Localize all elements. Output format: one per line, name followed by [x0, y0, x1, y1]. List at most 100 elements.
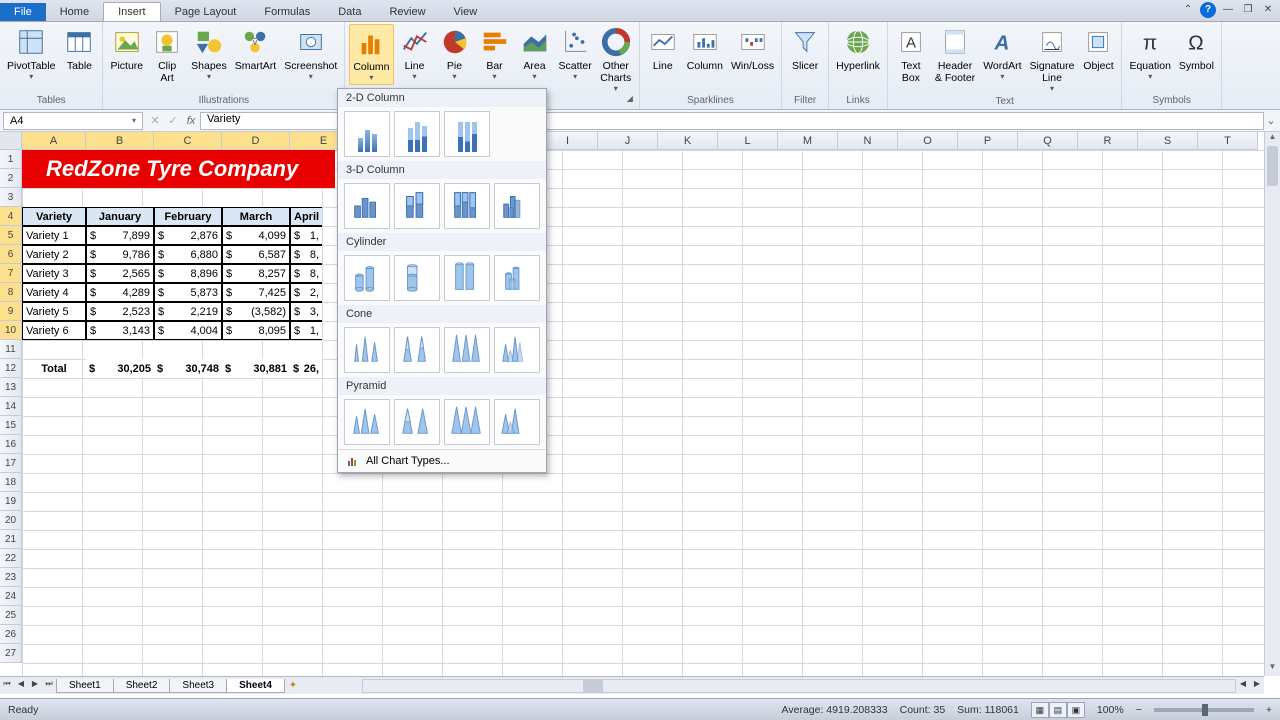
scroll-down-icon[interactable]: ▼	[1265, 662, 1280, 676]
textbox-button[interactable]: AText Box	[892, 24, 930, 86]
col-header-K[interactable]: K	[658, 132, 718, 150]
other-charts-button[interactable]: Other Charts▾	[597, 24, 635, 95]
new-sheet-button[interactable]: ✦	[284, 680, 302, 691]
select-all-corner[interactable]	[0, 132, 22, 150]
chart-pyramid-3d[interactable]	[494, 399, 540, 445]
row-header-2[interactable]: 2	[0, 169, 22, 188]
horizontal-scrollbar[interactable]	[362, 679, 1236, 693]
area-chart-button[interactable]: Area▾	[516, 24, 554, 83]
shapes-button[interactable]: Shapes▾	[188, 24, 230, 83]
chart-pyramid-stacked[interactable]	[394, 399, 440, 445]
row-header-12[interactable]: 12	[0, 359, 22, 378]
tab-view[interactable]: View	[440, 3, 492, 21]
tab-nav-prev[interactable]: ◀	[14, 679, 28, 693]
chart-2d-clustered[interactable]	[344, 111, 390, 157]
row-header-10[interactable]: 10	[0, 321, 22, 340]
sparkline-line-button[interactable]: Line	[644, 24, 682, 74]
chart-cylinder-clustered[interactable]	[344, 255, 390, 301]
chart-2d-stacked[interactable]	[394, 111, 440, 157]
col-header-Q[interactable]: Q	[1018, 132, 1078, 150]
tab-nav-next[interactable]: ▶	[28, 679, 42, 693]
sparkline-column-button[interactable]: Column	[684, 24, 726, 74]
scatter-chart-button[interactable]: Scatter▾	[556, 24, 595, 83]
zoom-level[interactable]: 100%	[1097, 704, 1124, 716]
enter-icon[interactable]: ✓	[164, 114, 182, 127]
close-icon[interactable]: ✕	[1260, 2, 1276, 18]
vertical-scrollbar[interactable]: ▲ ▼	[1264, 132, 1280, 676]
row-header-17[interactable]: 17	[0, 454, 22, 473]
chart-cone-stacked[interactable]	[394, 327, 440, 373]
chart-cone-3d[interactable]	[494, 327, 540, 373]
wordart-button[interactable]: AWordArt▾	[980, 24, 1024, 83]
object-button[interactable]: Object	[1079, 24, 1117, 74]
zoom-out[interactable]: −	[1136, 704, 1142, 716]
row-header-7[interactable]: 7	[0, 264, 22, 283]
column-headers[interactable]: ABCDEFGHIJKLMNOPQRST	[22, 132, 1264, 150]
minimize-ribbon-icon[interactable]: ⌃	[1180, 2, 1196, 18]
table-button[interactable]: Table	[60, 24, 98, 74]
col-header-B[interactable]: B	[86, 132, 154, 150]
tab-data[interactable]: Data	[324, 3, 375, 21]
chart-3d-stacked[interactable]	[394, 183, 440, 229]
column-chart-button[interactable]: Column▾	[349, 24, 393, 85]
col-header-O[interactable]: O	[898, 132, 958, 150]
row-header-14[interactable]: 14	[0, 397, 22, 416]
tab-nav-last[interactable]: ⏭	[42, 679, 56, 693]
chart-cylinder-stacked[interactable]	[394, 255, 440, 301]
col-header-C[interactable]: C	[154, 132, 222, 150]
chart-cone-100stacked[interactable]	[444, 327, 490, 373]
charts-dialog-launcher[interactable]: ◢	[624, 94, 636, 106]
hyperlink-button[interactable]: Hyperlink	[833, 24, 883, 74]
minimize-icon[interactable]: —	[1220, 2, 1236, 18]
zoom-in[interactable]: +	[1266, 704, 1272, 716]
scroll-up-icon[interactable]: ▲	[1265, 132, 1280, 146]
hscroll-left[interactable]: ◀	[1236, 679, 1250, 693]
picture-button[interactable]: Picture	[107, 24, 146, 74]
sheet-tab-sheet3[interactable]: Sheet3	[169, 679, 227, 693]
row-header-3[interactable]: 3	[0, 188, 22, 207]
cells-grid[interactable]: RedZone Tyre Company VarietyJanuaryFebru…	[22, 150, 1264, 676]
row-header-9[interactable]: 9	[0, 302, 22, 321]
row-header-20[interactable]: 20	[0, 511, 22, 530]
tab-formulas[interactable]: Formulas	[250, 3, 324, 21]
col-header-P[interactable]: P	[958, 132, 1018, 150]
line-chart-button[interactable]: Line▾	[396, 24, 434, 83]
pivottable-button[interactable]: PivotTable▾	[4, 24, 58, 83]
row-header-25[interactable]: 25	[0, 606, 22, 625]
tab-insert[interactable]: Insert	[103, 2, 161, 21]
chart-2d-100stacked[interactable]	[444, 111, 490, 157]
screenshot-button[interactable]: Screenshot▾	[281, 24, 340, 83]
row-header-21[interactable]: 21	[0, 530, 22, 549]
bar-chart-button[interactable]: Bar▾	[476, 24, 514, 83]
smartart-button[interactable]: SmartArt	[232, 24, 279, 74]
chart-3d-clustered[interactable]	[344, 183, 390, 229]
row-header-26[interactable]: 26	[0, 625, 22, 644]
all-chart-types-button[interactable]: All Chart Types...	[338, 449, 546, 472]
row-header-13[interactable]: 13	[0, 378, 22, 397]
pie-chart-button[interactable]: Pie▾	[436, 24, 474, 83]
expand-formula-bar[interactable]: ⌄	[1264, 114, 1278, 127]
zoom-thumb[interactable]	[1202, 704, 1208, 716]
sheet-tab-sheet1[interactable]: Sheet1	[56, 679, 114, 693]
tab-file[interactable]: File	[0, 3, 46, 21]
fx-icon[interactable]: fx	[182, 115, 200, 127]
view-page-layout[interactable]: ▤	[1049, 702, 1067, 718]
sheet-tab-sheet2[interactable]: Sheet2	[113, 679, 171, 693]
name-box[interactable]: A4▾	[3, 112, 143, 130]
view-page-break[interactable]: ▣	[1067, 702, 1085, 718]
restore-icon[interactable]: ❐	[1240, 2, 1256, 18]
symbol-button[interactable]: ΩSymbol	[1176, 24, 1217, 74]
chart-pyramid-100stacked[interactable]	[444, 399, 490, 445]
col-header-R[interactable]: R	[1078, 132, 1138, 150]
row-headers[interactable]: 1234567891011121314151617181920212223242…	[0, 150, 22, 663]
slicer-button[interactable]: Slicer	[786, 24, 824, 74]
tab-home[interactable]: Home	[46, 3, 103, 21]
sparkline-winloss-button[interactable]: Win/Loss	[728, 24, 777, 74]
row-header-15[interactable]: 15	[0, 416, 22, 435]
col-header-T[interactable]: T	[1198, 132, 1258, 150]
row-header-5[interactable]: 5	[0, 226, 22, 245]
col-header-J[interactable]: J	[598, 132, 658, 150]
tab-page-layout[interactable]: Page Layout	[161, 3, 251, 21]
col-header-A[interactable]: A	[22, 132, 86, 150]
signature-line-button[interactable]: Signature Line▾	[1027, 24, 1078, 95]
